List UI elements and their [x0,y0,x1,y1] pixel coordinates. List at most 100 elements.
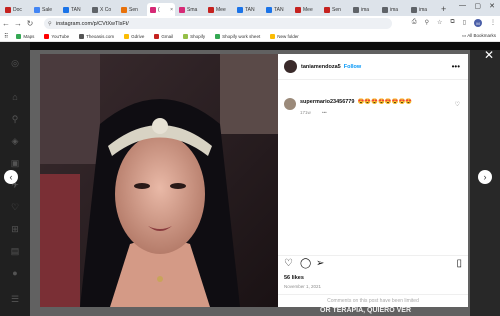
author-avatar[interactable] [284,60,297,73]
tab-strip: Doc Sale TAN X Co Sen(× Sma Mee TAN TAN Mee Sen ima… [0,0,500,16]
bookmark-item[interactable]: Shopify [183,33,206,39]
bookmark-star-icon[interactable]: ☆ [437,19,442,27]
bookmark-favicon-icon [44,33,50,39]
url-text: instagram.com/p/CVtXwTlsFt/ [56,20,129,27]
tab-favicon-icon [353,6,359,13]
tab-label: X Co [100,6,112,13]
post-header: taniamendoza5 Follow ••• [278,54,468,80]
close-icon[interactable]: ✕ [484,48,494,62]
tab-favicon-icon [179,6,185,13]
bookmark-item[interactable]: Gmail [154,33,174,39]
tab-label: Mee [303,6,313,13]
site-info-icon[interactable]: ⚲ [48,21,52,27]
commenter-username[interactable]: supermario23456779 [300,99,354,105]
extensions-icon[interactable]: ⧉ [450,19,454,27]
bookmark-item[interactable]: New folder [270,33,299,39]
comment-icon[interactable]: ◯ [300,259,311,269]
all-bookmarks[interactable]: ▭ All Bookmarks [462,33,496,39]
browser-tab[interactable]: ima [379,3,407,16]
tab-label: Mee [216,6,226,13]
tab-label: ( [158,6,160,13]
tab-favicon-icon [34,6,40,13]
bookmark-label: Shopify [190,33,206,39]
bookmark-favicon-icon [183,33,189,39]
sidepanel-icon[interactable]: ▯ [463,19,466,27]
zoom-icon[interactable]: ⚲ [425,19,429,27]
bookmark-label: Maps [23,33,35,39]
tab-favicon-icon [295,6,301,13]
post-actions: ♡ ◯ ➢ ▯ [278,255,468,271]
bookmark-item[interactable]: YouTube [44,33,70,39]
like-icon[interactable]: ♡ [284,259,293,269]
next-arrow-icon[interactable]: › [478,170,492,184]
tab-favicon-icon [411,6,417,13]
back-icon[interactable]: ← [0,19,12,28]
author-username[interactable]: taniamendoza5 [301,64,341,70]
likes-count[interactable]: 56 likes [284,275,304,281]
tab-close-icon[interactable]: × [170,7,173,13]
profile-avatar[interactable]: M [474,19,482,27]
follow-button[interactable]: Follow [344,64,361,70]
post-modal: taniamendoza5 Follow ••• supermario23456… [40,54,468,307]
bookmark-favicon-icon [124,33,130,39]
browser-tab[interactable]: (× [147,3,175,16]
close-window-icon[interactable]: ✕ [489,2,495,10]
comment-like-icon[interactable]: ♡ [455,101,460,108]
instagram-page: ◎ ⌂ ⚲ ◈ ▣ ✈ ♡ ⊞ ▤ ● ☰ ✕ ‹ › [0,42,500,316]
bookmark-item[interactable]: Gdrive [124,33,144,39]
maximize-icon[interactable]: ▢ [474,2,481,10]
browser-tab[interactable]: Sen [118,3,146,16]
menu-icon[interactable]: ⋮ [490,19,496,27]
reload-icon[interactable]: ↻ [24,19,36,28]
browser-tab[interactable]: Sma [176,3,204,16]
tab-favicon-icon [121,6,127,13]
apps-icon[interactable]: ⠿ [4,33,8,40]
tab-label: Doc [13,6,22,13]
tab-label: ima [361,6,370,13]
browser-tab[interactable]: TAN [234,3,262,16]
tab-label: Sen [129,6,138,13]
more-options-icon[interactable]: ••• [452,62,460,71]
post-image [40,54,278,307]
previous-arrow-icon[interactable]: ‹ [4,170,18,184]
commenter-avatar[interactable] [284,98,296,110]
forward-icon[interactable]: → [12,19,24,28]
bookmark-item[interactable]: Theoasis.com [79,33,115,39]
browser-tab[interactable]: ima [350,3,378,16]
browser-tab[interactable]: ima [408,3,436,16]
save-icon[interactable]: ▯ [456,259,462,269]
browser-tab[interactable]: TAN [60,3,88,16]
browser-tab[interactable]: Sale [31,3,59,16]
bookmark-favicon-icon [215,33,221,39]
address-bar[interactable]: ⚲ instagram.com/p/CVtXwTlsFt/ [44,18,392,29]
bookmark-label: Gmail [161,33,174,39]
toolbar: ← → ↻ ⚲ instagram.com/p/CVtXwTlsFt/ ⎙ ⚲ … [0,16,500,31]
tab-favicon-icon [382,6,388,13]
comments-limited-notice: Comments on this post have been limited [278,294,468,307]
new-tab-button[interactable]: + [441,3,446,16]
tab-favicon-icon [324,6,330,13]
all-bookmarks-label: All Bookmarks [467,33,496,38]
comment-more-icon[interactable]: ••• [322,110,327,115]
comment-text: supermario23456779 😍😍😍😍😍😍😍😍 [300,99,450,105]
tab-favicon-icon [266,6,272,13]
comment-body: 😍😍😍😍😍😍😍😍 [357,99,413,105]
install-icon[interactable]: ⎙ [412,19,417,27]
bookmark-item[interactable]: Shopify work sheet [215,33,260,39]
share-icon[interactable]: ➢ [316,259,324,269]
minimize-icon[interactable]: — [459,2,466,9]
browser-tab[interactable]: Mee [205,3,233,16]
comment-time[interactable]: 171w [300,110,311,115]
tab-favicon-icon [63,6,69,13]
tab-favicon-icon [92,6,98,13]
tab-favicon-icon [208,6,214,13]
browser-tab[interactable]: Doc [2,3,30,16]
bookmark-label: Theoasis.com [86,33,115,39]
comment-meta: 171w ••• [300,110,327,115]
browser-tab[interactable]: Sen [321,3,349,16]
browser-tab[interactable]: Mee [292,3,320,16]
bookmark-label: YouTube [51,33,70,39]
browser-tab[interactable]: TAN [263,3,291,16]
bookmark-item[interactable]: Maps [16,33,35,39]
browser-tab[interactable]: X Co [89,3,117,16]
